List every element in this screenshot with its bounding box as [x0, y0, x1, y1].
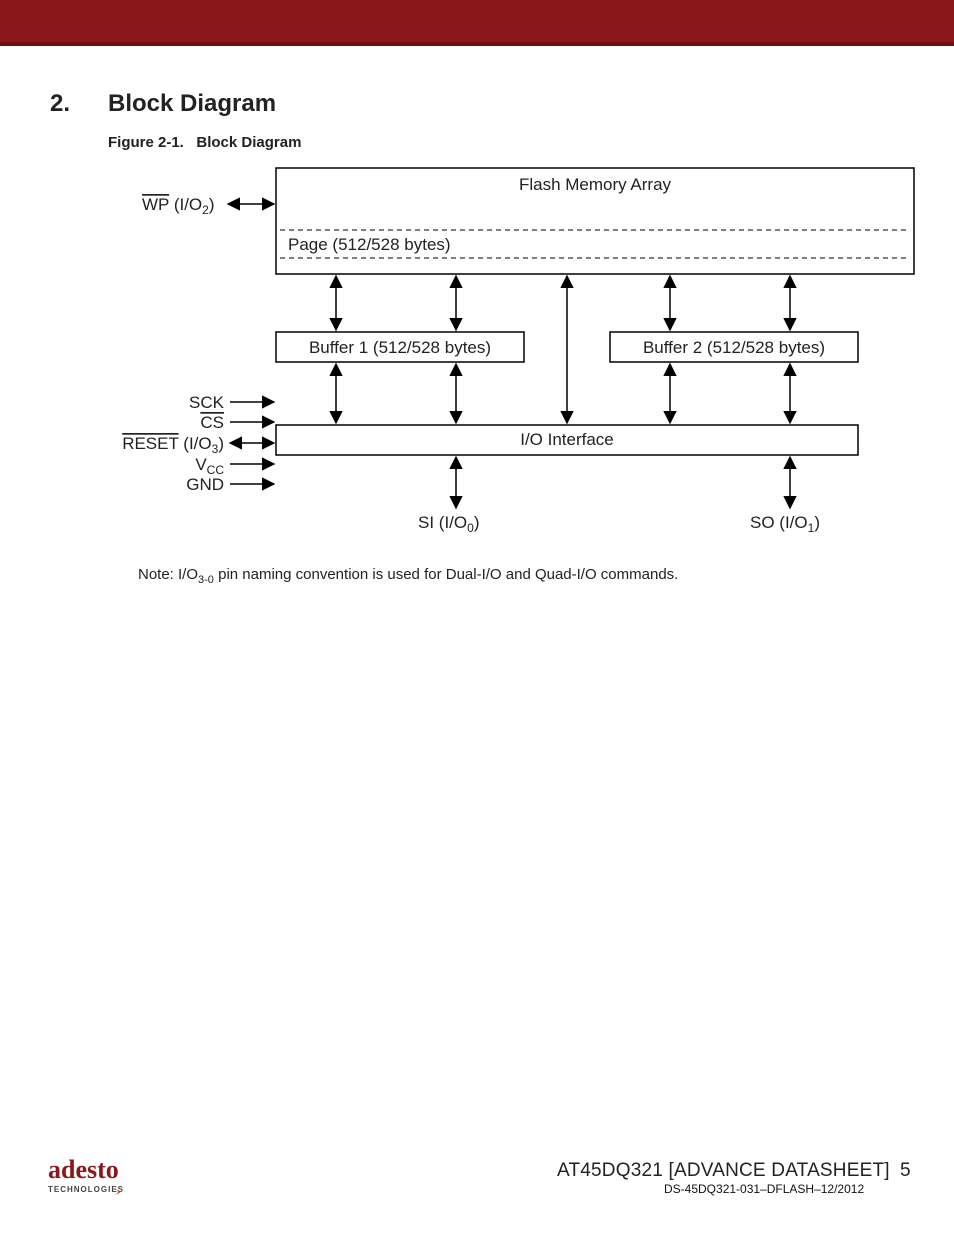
footer-docnum: DS-45DQ321-031–DFLASH–12/2012: [664, 1182, 864, 1196]
footer-page: 5: [900, 1160, 911, 1182]
so-label: SO (I/O1): [750, 513, 820, 535]
io-interface-label: I/O Interface: [520, 430, 614, 449]
page-label: Page (512/528 bytes): [288, 235, 451, 254]
footer-title: AT45DQ321 [ADVANCE DATASHEET]: [557, 1160, 890, 1182]
buffer1-label: Buffer 1 (512/528 bytes): [309, 338, 491, 357]
flash-title: Flash Memory Array: [519, 175, 672, 194]
si-label: SI (I/O0): [418, 513, 480, 535]
buffer2-label: Buffer 2 (512/528 bytes): [643, 338, 825, 357]
wp-label: WP (I/O2): [142, 195, 215, 217]
logo-swoosh-icon: [48, 1186, 128, 1200]
cs-label: CS: [200, 413, 224, 432]
vcc-label: VCC: [195, 455, 224, 477]
note-text: Note: I/O3-0 pin naming convention is us…: [138, 566, 678, 586]
gnd-label: GND: [186, 475, 224, 494]
reset-label: RESET (I/O3): [122, 434, 224, 456]
sck-label: SCK: [189, 393, 225, 412]
block-diagram: Flash Memory Array Page (512/528 bytes) …: [0, 0, 954, 560]
